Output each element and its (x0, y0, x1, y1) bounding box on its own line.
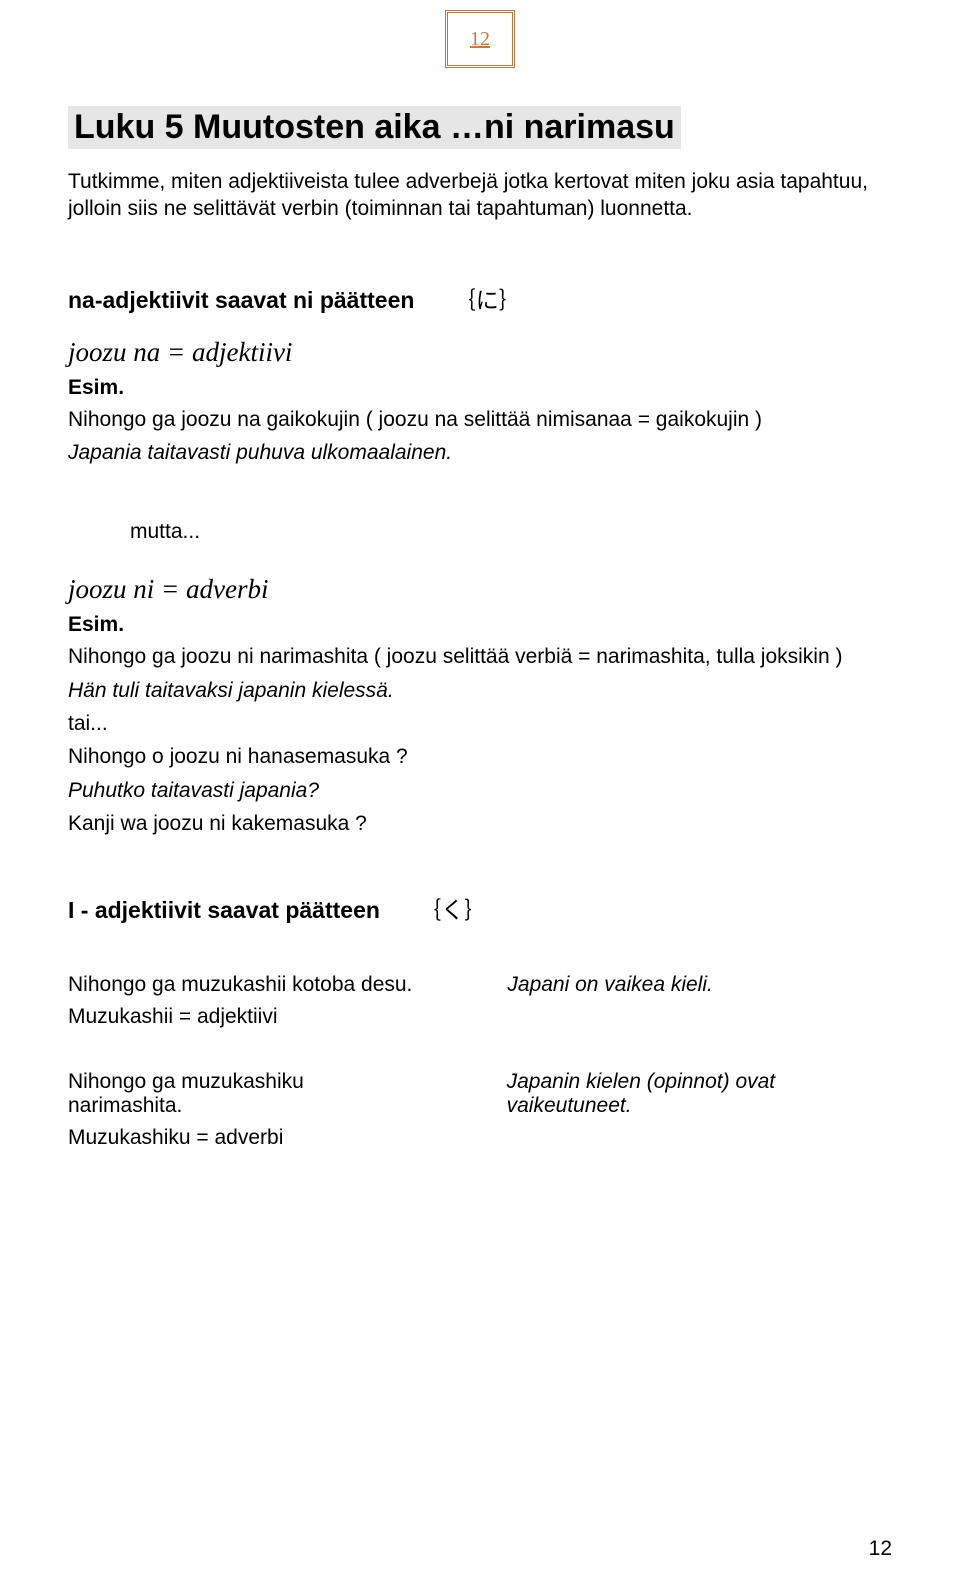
page-number-bottom: 12 (869, 1537, 892, 1561)
example-row-2-right: Japanin kielen (opinnot) ovat vaikeutune… (507, 1070, 892, 1118)
definition-joozu-na: joozu na = adjektiivi (68, 337, 892, 368)
example-3: Nihongo o joozu ni hanasemasuka ? (68, 743, 892, 770)
intro-paragraph: Tutkimme, miten adjektiiveista tulee adv… (68, 169, 892, 223)
tai-text: tai... (68, 710, 892, 737)
section-joozu-ni: joozu ni = adverbi Esim. Nihongo ga jooz… (68, 574, 892, 837)
section-heading-na: na-adjektiivit saavat ni päätteen ｛に｝ (68, 281, 892, 315)
example-3-translation: Puhutko taitavasti japania? (68, 777, 892, 804)
esim-label-2: Esim. (68, 613, 892, 637)
definition-joozu-ni: joozu ni = adverbi (68, 574, 892, 605)
example-row-1-left: Nihongo ga muzukashii kotoba desu. (68, 973, 412, 997)
esim-label-1: Esim. (68, 376, 892, 400)
example-2: Nihongo ga joozu ni narimashita ( joozu … (68, 643, 892, 670)
mutta-text: mutta... (130, 520, 892, 544)
section-heading-na-jp: ｛に｝ (453, 288, 522, 313)
example-1-translation: Japania taitavasti puhuva ulkomaalainen. (68, 439, 892, 466)
example-2-translation: Hän tuli taitavaksi japanin kielessä. (68, 677, 892, 704)
example-row-2-left: Nihongo ga muzukashiku narimashita. (68, 1070, 412, 1118)
page-number-top: 12 (470, 28, 490, 51)
page-number-badge: 12 (445, 10, 515, 68)
example-4: Kanji wa joozu ni kakemasuka ? (68, 810, 892, 837)
example-row-2-sub: Muzukashiku = adverbi (68, 1124, 892, 1151)
chapter-title: Luku 5 Muutosten aika …ni narimasu (68, 106, 681, 149)
section-heading-i-jp: ｛く｝ (418, 898, 487, 923)
section-heading-i-text: I - adjektiivit saavat päätteen (68, 897, 380, 923)
example-row-1: Nihongo ga muzukashii kotoba desu. Japan… (68, 973, 892, 997)
page-container: 12 Luku 5 Muutosten aika …ni narimasu Tu… (0, 10, 960, 1575)
section-na-adjektiivit: na-adjektiivit saavat ni päätteen ｛に｝ jo… (68, 281, 892, 467)
example-row-1-right: Japani on vaikea kieli. (507, 973, 712, 997)
section-heading-na-text: na-adjektiivit saavat ni päätteen (68, 287, 414, 313)
example-1: Nihongo ga joozu na gaikokujin ( joozu n… (68, 406, 892, 433)
section-i-adjektiivit: I - adjektiivit saavat päätteen ｛く｝ Niho… (68, 891, 892, 1152)
example-row-2: Nihongo ga muzukashiku narimashita. Japa… (68, 1070, 892, 1118)
section-heading-i: I - adjektiivit saavat päätteen ｛く｝ (68, 891, 892, 925)
example-row-1-sub: Muzukashii = adjektiivi (68, 1003, 892, 1030)
